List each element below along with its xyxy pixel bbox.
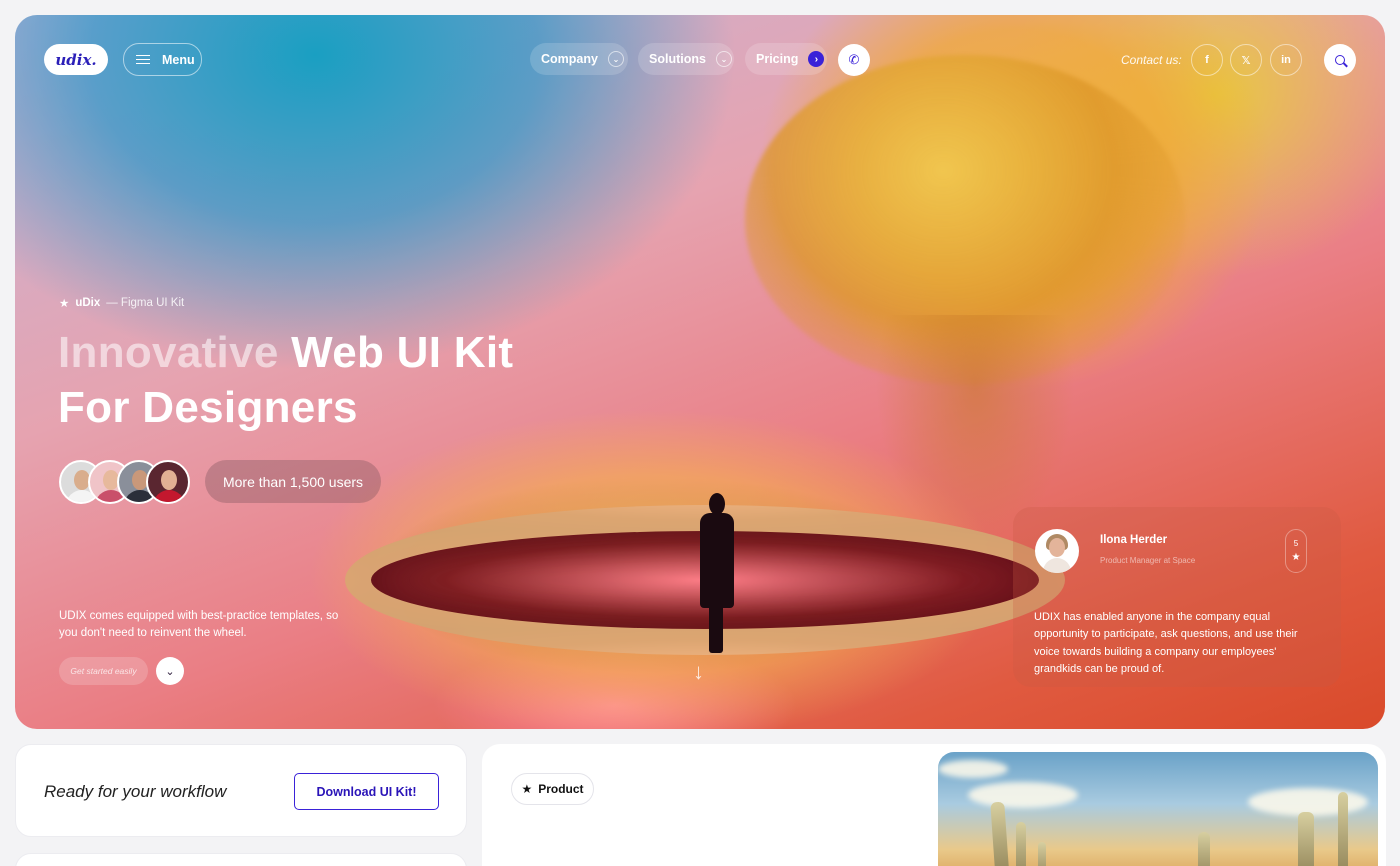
- product-card: ★ Product: [482, 744, 1386, 866]
- eyebrow-text: — Figma UI Kit: [106, 297, 185, 309]
- star-icon: ★: [1291, 552, 1301, 563]
- users-count-label: More than 1,500 users: [222, 473, 364, 490]
- arrow-down-icon[interactable]: ↓: [693, 659, 704, 685]
- headline-line2: For Designers: [58, 383, 358, 432]
- hero-eyebrow: ★ uDix — Figma UI Kit: [59, 296, 184, 310]
- x-icon: 𝕏: [1241, 54, 1251, 67]
- logo-text: udix.: [55, 50, 97, 69]
- nav-item-label: Company: [541, 52, 598, 66]
- get-started-label: Get started easily: [70, 666, 137, 676]
- download-ui-kit-button[interactable]: Download UI Kit!: [294, 773, 439, 810]
- headline-main: Web UI Kit: [291, 328, 514, 377]
- users-count-pill: More than 1,500 users: [205, 460, 381, 503]
- product-tag-label: Product: [538, 782, 584, 796]
- eyebrow-brand: uDix: [75, 297, 101, 309]
- user-avatars: [59, 460, 199, 504]
- nav-item-pricing[interactable]: Pricing ›: [745, 43, 827, 75]
- x-button[interactable]: 𝕏: [1230, 44, 1262, 76]
- secondary-card: [15, 853, 467, 866]
- testimonial-text: UDIX has enabled anyone in the company e…: [1034, 611, 1298, 675]
- facebook-button[interactable]: f: [1191, 44, 1223, 76]
- phone-button[interactable]: ✆: [838, 44, 870, 76]
- chevron-down-icon: ⌄: [715, 51, 732, 67]
- hero-section: udix. Menu Company ⌄ Solutions ⌄ Pricing…: [15, 15, 1385, 729]
- hamburger-icon: [136, 55, 150, 64]
- search-icon: [1335, 55, 1345, 65]
- nav-item-company[interactable]: Company ⌄: [530, 43, 628, 75]
- cta-text: Ready for your workflow: [44, 782, 227, 801]
- star-icon: ★: [59, 298, 70, 310]
- rating-badge: 5 ★: [1285, 529, 1307, 573]
- nav-item-label: Pricing: [756, 52, 799, 66]
- menu-button[interactable]: Menu: [123, 43, 202, 76]
- download-button-label: Download UI Kit!: [316, 784, 417, 799]
- testimonial-role: Product Manager at Space: [1100, 556, 1196, 565]
- product-image: [938, 752, 1378, 866]
- menu-label: Menu: [162, 52, 195, 67]
- rating-value: 5: [1293, 539, 1299, 548]
- chevron-right-icon: ›: [808, 51, 825, 67]
- headline-faded: Innovative: [58, 328, 279, 377]
- get-started-button[interactable]: Get started easily: [59, 657, 148, 685]
- contact-label: Contact us:: [1121, 53, 1182, 67]
- hero-silhouette-figure: [697, 493, 737, 653]
- product-tag[interactable]: ★ Product: [511, 773, 594, 805]
- linkedin-button[interactable]: in: [1270, 44, 1302, 76]
- facebook-icon: f: [1205, 54, 1209, 66]
- hero-headline: Innovative Web UI Kit For Designers: [58, 325, 618, 435]
- hero-description: UDIX comes equipped with best-practice t…: [59, 610, 339, 639]
- nav-item-solutions[interactable]: Solutions ⌄: [638, 43, 734, 75]
- search-button[interactable]: [1324, 44, 1356, 76]
- star-icon: ★: [521, 782, 533, 796]
- workflow-cta-card: Ready for your workflow Download UI Kit!: [15, 744, 467, 837]
- logo[interactable]: udix.: [44, 44, 108, 75]
- testimonial-card: Ilona Herder Product Manager at Space 5 …: [1013, 507, 1341, 687]
- chevron-down-icon: ⌄: [165, 665, 175, 678]
- linkedin-icon: in: [1281, 54, 1291, 66]
- avatar: [1035, 529, 1079, 573]
- phone-icon: ✆: [848, 52, 860, 67]
- avatar: [146, 460, 190, 504]
- testimonial-name: Ilona Herder: [1100, 534, 1168, 546]
- chevron-down-icon: ⌄: [607, 51, 624, 67]
- nav-item-label: Solutions: [649, 52, 706, 66]
- scroll-down-button[interactable]: ⌄: [156, 657, 184, 685]
